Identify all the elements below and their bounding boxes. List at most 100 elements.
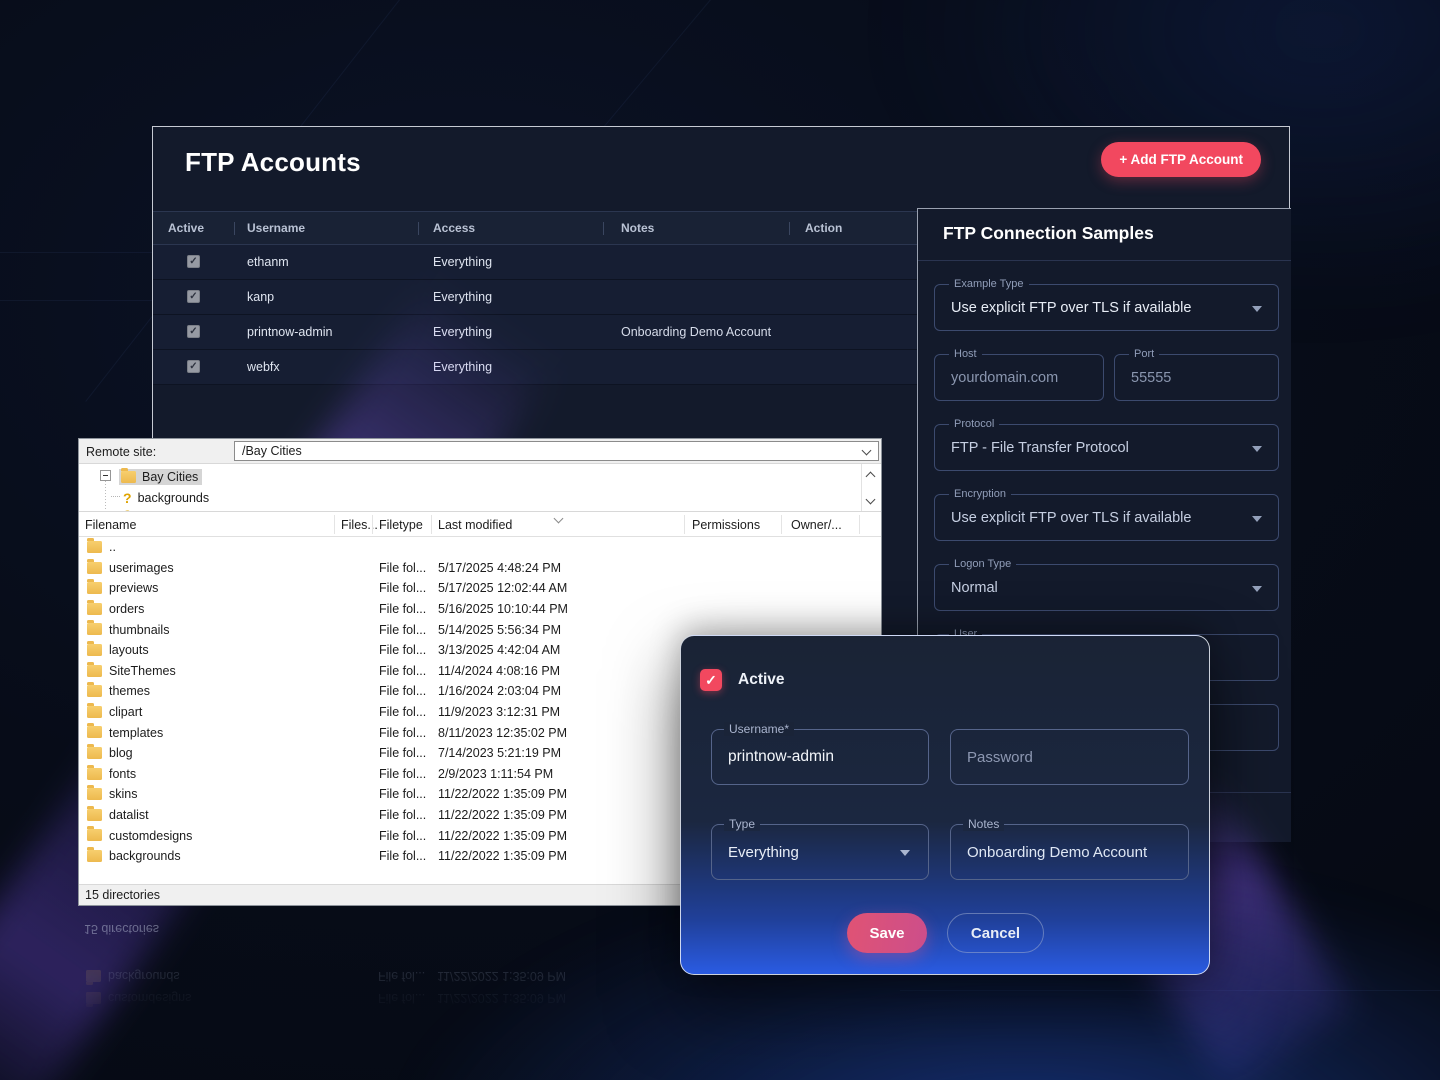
reflection-text: 15 directories (84, 922, 159, 936)
active-checkbox[interactable]: ✓ (187, 360, 200, 373)
active-checkbox[interactable]: ✓ (700, 669, 722, 691)
folder-icon (87, 623, 102, 635)
field-value: Onboarding Demo Account (967, 825, 1147, 879)
column-header-action: Action (805, 212, 842, 244)
table-row[interactable]: ✓ ethanm Everything (153, 245, 917, 280)
notes-cell (621, 350, 805, 384)
modified-cell: 5/16/2025 10:10:44 PM (438, 599, 568, 620)
modified-cell: 5/17/2025 4:48:24 PM (438, 558, 561, 579)
active-checkbox[interactable]: ✓ (187, 255, 200, 268)
protocol-select[interactable]: Protocol FTP - File Transfer Protocol (934, 424, 1279, 471)
notes-field[interactable]: Notes Onboarding Demo Account (950, 824, 1189, 880)
filename-cell: templates (109, 722, 163, 743)
filetype-cell: File fol... (379, 846, 426, 867)
folder-icon (87, 788, 102, 800)
chevron-down-icon (1252, 446, 1262, 452)
host-field[interactable]: Host yourdomain.com (934, 354, 1104, 401)
tree-item-bay-cities[interactable]: Bay Cities (119, 467, 202, 487)
example-type-select[interactable]: Example Type Use explicit FTP over TLS i… (934, 284, 1279, 331)
filetype-cell: File fol... (379, 578, 426, 599)
column-divider (859, 515, 860, 534)
table-row[interactable]: ✓ printnow-admin Everything Onboarding D… (153, 315, 917, 350)
collapse-toggle-icon[interactable] (100, 470, 111, 481)
folder-icon (87, 665, 102, 677)
table-row[interactable]: ✓ webfx Everything (153, 350, 917, 385)
encryption-select[interactable]: Encryption Use explicit FTP over TLS if … (934, 494, 1279, 541)
tree-item-label: backgrounds (138, 491, 210, 505)
access-cell: Everything (433, 350, 613, 384)
chevron-down-icon (862, 446, 872, 456)
column-header-filename[interactable]: Filename (85, 512, 136, 537)
scroll-up-icon[interactable] (866, 472, 876, 482)
username-field[interactable]: Username* printnow-admin (711, 729, 929, 785)
remote-site-combobox[interactable]: /Bay Cities (234, 441, 879, 461)
logon-type-select[interactable]: Logon Type Normal (934, 564, 1279, 611)
edit-ftp-account-modal: ✓ Active Username* printnow-admin Passwo… (680, 635, 1210, 975)
ftp-accounts-table-body: ✓ ethanm Everything ✓ kanp Everything ✓ (153, 245, 917, 385)
column-divider (334, 515, 335, 534)
column-header-active: Active (168, 212, 204, 244)
tree-scrollbar[interactable] (861, 464, 881, 511)
column-header-last-modified[interactable]: Last modified (438, 512, 512, 537)
screen: FTP Accounts + Add FTP Account Active Us… (0, 0, 1440, 1080)
tree-item-backgrounds[interactable]: ? backgrounds (123, 488, 209, 508)
filename-cell: thumbnails (109, 619, 169, 640)
remote-site-bar: Remote site: /Bay Cities (79, 439, 881, 464)
folder-icon (86, 970, 101, 982)
folder-icon (87, 809, 102, 821)
notes-cell (621, 245, 805, 279)
file-row[interactable]: previews File fol... 5/17/2025 12:02:44 … (79, 578, 881, 599)
column-header-permissions[interactable]: Permissions (692, 512, 760, 537)
column-divider (372, 515, 373, 534)
remote-site-value: /Bay Cities (242, 442, 302, 460)
filename-cell: themes (109, 681, 150, 702)
file-row[interactable]: orders File fol... 5/16/2025 10:10:44 PM (79, 599, 881, 620)
filename-cell: clipart (109, 702, 142, 723)
filetype-cell: File fol... (379, 825, 426, 846)
file-row[interactable]: userimages File fol... 5/17/2025 4:48:24… (79, 558, 881, 579)
filename-cell: datalist (109, 805, 149, 826)
chevron-down-icon (1252, 306, 1262, 312)
modified-cell: 7/14/2023 5:21:19 PM (438, 743, 561, 764)
folder-icon (87, 726, 102, 738)
add-ftp-account-button[interactable]: + Add FTP Account (1101, 142, 1261, 177)
save-button[interactable]: Save (847, 913, 927, 953)
filename-cell: fonts (109, 764, 136, 785)
folder-icon (87, 747, 102, 759)
column-header-filetype[interactable]: Filetype (379, 512, 423, 537)
filename-cell: SiteThemes (109, 661, 176, 682)
scroll-down-icon[interactable] (866, 495, 876, 505)
filename-cell: orders (109, 599, 144, 620)
filetype-cell: File fol... (379, 619, 426, 640)
filename-cell: userimages (109, 558, 174, 579)
file-row[interactable]: .. (79, 537, 881, 558)
modified-cell: 11/22/2022 1:35:09 PM (438, 805, 567, 826)
field-value: Everything (728, 825, 799, 879)
filetype-cell: File fol... (379, 558, 426, 579)
username-cell: printnow-admin (247, 315, 427, 349)
type-select[interactable]: Type Everything (711, 824, 929, 880)
modified-cell: 8/11/2023 12:35:02 PM (438, 722, 567, 743)
check-icon: ✓ (189, 256, 197, 267)
username-cell: ethanm (247, 245, 427, 279)
port-field[interactable]: Port 55555 (1114, 354, 1279, 401)
ftp-accounts-table-header: Active Username Access Notes Action (153, 211, 917, 245)
folder-icon (87, 562, 102, 574)
chevron-down-icon (900, 850, 910, 856)
password-field[interactable]: Password (950, 729, 1189, 785)
column-divider (684, 515, 685, 534)
modified-cell: 5/17/2025 12:02:44 AM (438, 578, 567, 599)
field-value: yourdomain.com (951, 355, 1058, 400)
column-header-owner[interactable]: Owner/... (791, 512, 842, 537)
active-checkbox[interactable]: ✓ (187, 325, 200, 338)
column-divider (781, 515, 782, 534)
filetype-cell: File fol... (379, 599, 426, 620)
modified-cell: 11/22/2022 1:35:09 PM (438, 846, 567, 867)
modified-cell: 2/9/2023 1:11:54 PM (438, 764, 553, 785)
table-row[interactable]: ✓ kanp Everything (153, 280, 917, 315)
field-value: Use explicit FTP over TLS if available (951, 285, 1191, 330)
active-checkbox[interactable]: ✓ (187, 290, 200, 303)
filetype-cell: File fol... (379, 805, 426, 826)
cancel-button[interactable]: Cancel (947, 913, 1044, 953)
modified-cell: 11/9/2023 3:12:31 PM (438, 702, 560, 723)
